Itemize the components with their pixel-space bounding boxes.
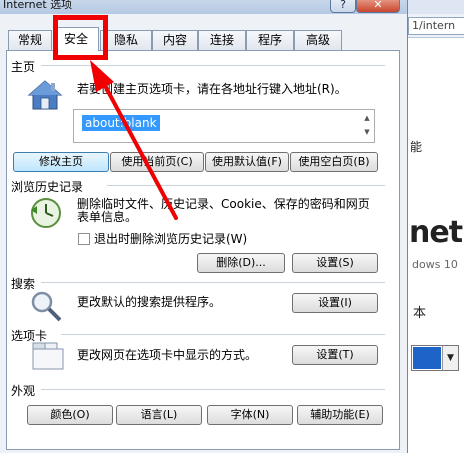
- tab-connections[interactable]: 连接: [198, 30, 246, 50]
- history-clock-icon: [31, 198, 61, 228]
- background-address-bar: 1/intern: [405, 14, 464, 38]
- tabs-settings-button[interactable]: 设置(T): [292, 345, 378, 365]
- history-settings-button[interactable]: 设置(S): [292, 253, 378, 273]
- colors-button[interactable]: 颜色(O): [27, 405, 113, 425]
- search-settings-button[interactable]: 设置(I): [292, 293, 378, 313]
- languages-button[interactable]: 语言(L): [116, 405, 202, 425]
- appearance-divider: [41, 389, 385, 390]
- use-default-button[interactable]: 使用默认值(F): [205, 152, 289, 172]
- house-icon: [27, 80, 63, 110]
- general-tab-panel: 主页 若要创建主页选项卡，请在各地址行键入地址(R)。 about:blank …: [6, 50, 400, 450]
- delete-on-exit-checkbox[interactable]: [78, 233, 90, 245]
- history-description-line2: 表单信息。: [77, 210, 138, 224]
- background-heading-net: net: [409, 215, 463, 250]
- history-section-label: 浏览历史记录: [11, 180, 84, 194]
- change-homepage-button[interactable]: 修改主页: [13, 152, 109, 172]
- history-description-line1: 删除临时文件、历史记录、Cookie、保存的密码和网页: [77, 197, 370, 211]
- delete-on-exit-label[interactable]: 退出时删除浏览历史记录(W): [94, 232, 247, 246]
- background-address-input[interactable]: 1/intern: [408, 17, 464, 35]
- homepage-description: 若要创建主页选项卡，请在各地址行键入地址(R)。: [77, 82, 347, 96]
- homepage-address-input[interactable]: about:blank ▲ ▼: [73, 109, 375, 143]
- tabs-description: 更改网页在选项卡中显示的方式。: [77, 348, 258, 362]
- use-blank-button[interactable]: 使用空白页(B): [290, 152, 378, 172]
- textarea-scrollbar[interactable]: ▲ ▼: [361, 111, 373, 141]
- tabs-divider: [61, 334, 385, 335]
- background-text-windows10: dows 10: [412, 258, 458, 271]
- background-dropdown-selection: [413, 347, 441, 369]
- appearance-section-label: 外观: [11, 384, 36, 398]
- background-text-neng: 能: [410, 140, 423, 154]
- accessibility-button[interactable]: 辅助功能(E): [297, 405, 383, 425]
- use-current-button[interactable]: 使用当前页(C): [110, 152, 204, 172]
- background-browser-window: 1/intern 能 net dows 10 本 ▼: [405, 0, 464, 453]
- homepage-address-value: about:blank: [82, 115, 160, 131]
- delete-history-button[interactable]: 删除(D)...: [197, 253, 285, 273]
- close-button[interactable]: ✕: [356, 0, 400, 13]
- tab-advanced[interactable]: 高级: [294, 30, 342, 50]
- internet-options-dialog: Internet 选项 ? ✕ 常规 安全 隐私 内容 连接 程序 高级 主页 …: [0, 0, 408, 453]
- homepage-divider: [41, 65, 385, 66]
- fonts-button[interactable]: 字体(N): [207, 405, 293, 425]
- tab-content[interactable]: 内容: [152, 30, 198, 50]
- background-text-ben: 本: [413, 306, 427, 321]
- chevron-down-icon[interactable]: ▼: [442, 346, 458, 370]
- dialog-title-bar[interactable]: Internet 选项 ? ✕: [0, 0, 407, 14]
- background-dropdown[interactable]: ▼: [411, 345, 459, 371]
- tab-programs[interactable]: 程序: [246, 30, 294, 50]
- background-title-bar: [405, 0, 464, 14]
- tab-general[interactable]: 常规: [8, 30, 52, 50]
- history-divider: [107, 185, 385, 186]
- tab-privacy[interactable]: 隐私: [100, 30, 152, 50]
- magnifier-icon: [31, 291, 62, 322]
- tab-security[interactable]: 安全: [53, 27, 99, 51]
- homepage-section-label: 主页: [11, 60, 36, 74]
- tabs-icon: [32, 342, 64, 370]
- help-button[interactable]: ?: [330, 0, 356, 13]
- search-divider: [41, 282, 385, 283]
- search-description: 更改默认的搜索提供程序。: [77, 295, 222, 309]
- dialog-title: Internet 选项: [3, 0, 73, 11]
